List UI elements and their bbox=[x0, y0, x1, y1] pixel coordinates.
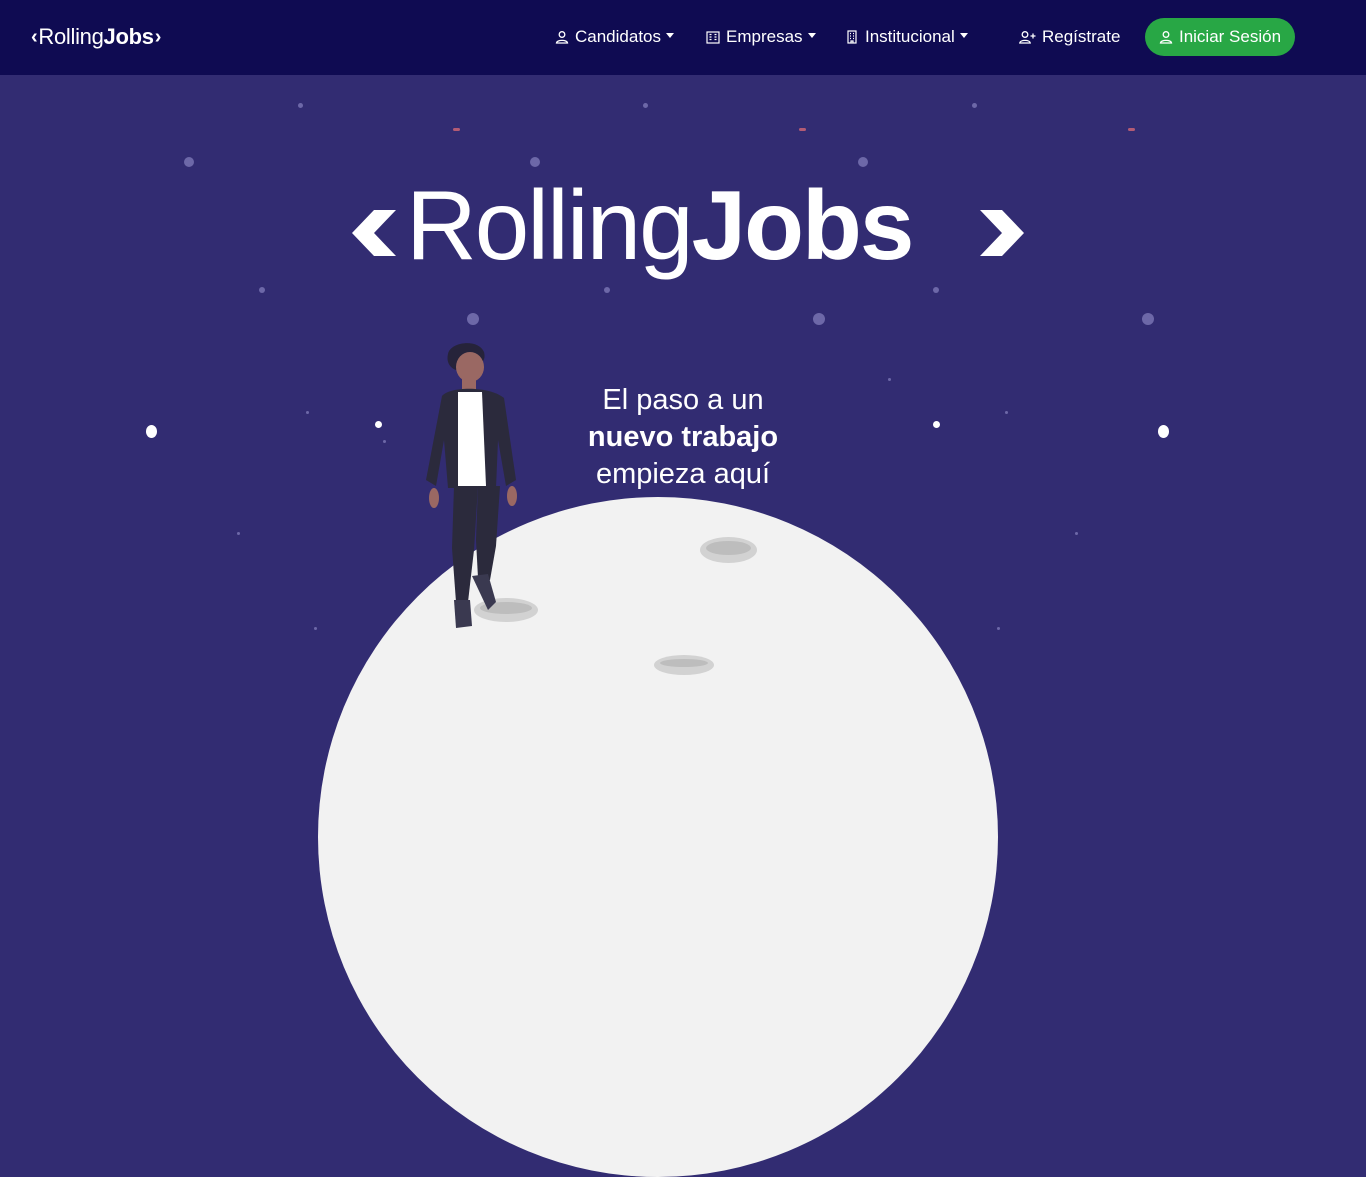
star bbox=[383, 440, 386, 443]
nav-candidatos-dropdown[interactable]: Candidatos bbox=[555, 24, 675, 50]
hero-wordmark-light: Rolling bbox=[406, 170, 694, 280]
brand-light: Rolling bbox=[38, 24, 104, 49]
hero-wordmark-bold: Jobs bbox=[691, 170, 915, 280]
nav-institucional-dropdown[interactable]: Institucional bbox=[845, 24, 968, 50]
register-link[interactable]: Regístrate bbox=[1019, 24, 1120, 50]
chevron-right-icon: › bbox=[154, 25, 162, 48]
tagline-line-2: nuevo trabajo bbox=[587, 421, 779, 453]
moon-crater bbox=[654, 655, 714, 675]
star bbox=[530, 157, 540, 167]
brand-logo[interactable]: ‹ Rolling Jobs › bbox=[30, 22, 162, 52]
login-button[interactable]: Iniciar Sesión bbox=[1145, 18, 1295, 56]
hero-tagline: El paso a un nuevo trabajo empieza aquí bbox=[540, 382, 826, 493]
star bbox=[298, 103, 303, 108]
register-label: Regístrate bbox=[1042, 27, 1121, 46]
star bbox=[259, 287, 265, 293]
star bbox=[858, 157, 868, 167]
star bbox=[467, 313, 479, 325]
star bbox=[453, 128, 460, 131]
star bbox=[1158, 425, 1169, 438]
star bbox=[314, 627, 317, 630]
star bbox=[1142, 313, 1154, 325]
navbar: ‹ Rolling Jobs › Candidatos Empresas Ins… bbox=[0, 0, 1366, 75]
caret-down-icon bbox=[959, 32, 968, 38]
hero-logo: RollingJobs bbox=[350, 170, 1024, 288]
star bbox=[799, 128, 806, 131]
brand-bold: Jobs bbox=[103, 24, 154, 49]
nav-empresas-dropdown[interactable]: Empresas bbox=[706, 24, 816, 50]
tagline-line-1: El paso a un bbox=[602, 384, 764, 416]
star bbox=[306, 411, 309, 414]
star bbox=[1075, 532, 1078, 535]
nav-institucional-label: Institucional bbox=[865, 27, 955, 46]
star bbox=[813, 313, 825, 325]
building-icon bbox=[706, 31, 720, 44]
login-label: Iniciar Sesión bbox=[1178, 27, 1282, 46]
star bbox=[997, 627, 1000, 630]
star bbox=[375, 421, 382, 428]
tagline-line-3: empieza aquí bbox=[595, 458, 771, 490]
star bbox=[1128, 128, 1135, 131]
person-icon bbox=[1159, 31, 1173, 44]
star bbox=[972, 103, 977, 108]
star bbox=[1005, 411, 1008, 414]
star bbox=[888, 378, 891, 381]
chevron-right-icon bbox=[980, 210, 1024, 256]
star bbox=[237, 532, 240, 535]
person-add-icon bbox=[1019, 31, 1036, 44]
caret-down-icon bbox=[666, 32, 675, 38]
caret-down-icon bbox=[807, 32, 816, 38]
person-icon bbox=[555, 31, 569, 44]
star bbox=[643, 103, 648, 108]
nav-candidatos-label: Candidatos bbox=[575, 27, 662, 46]
star bbox=[184, 157, 194, 167]
person-illustration bbox=[426, 343, 517, 628]
institution-icon bbox=[847, 30, 857, 44]
star bbox=[146, 425, 157, 438]
moon-crater bbox=[700, 537, 757, 563]
hero-wordmark: RollingJobs bbox=[406, 170, 915, 280]
nav-empresas-label: Empresas bbox=[726, 27, 803, 46]
chevron-left-icon: ‹ bbox=[31, 25, 38, 48]
star bbox=[933, 421, 940, 428]
chevron-left-icon bbox=[352, 210, 396, 256]
